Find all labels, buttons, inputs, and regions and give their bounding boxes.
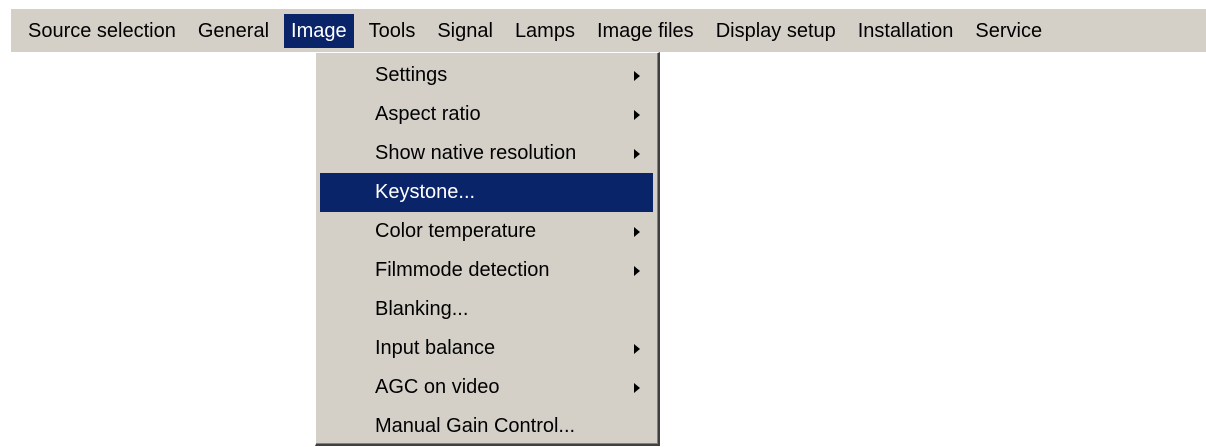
menu-image[interactable]: Image <box>284 13 354 48</box>
menu-item-label: Aspect ratio <box>375 103 481 125</box>
menu-item-input-balance[interactable]: Input balance <box>320 329 653 368</box>
menu-general[interactable]: General <box>187 14 280 48</box>
menu-source-selection[interactable]: Source selection <box>24 14 187 48</box>
submenu-arrow-icon <box>634 110 640 120</box>
submenu-arrow-icon <box>634 383 640 393</box>
menu-image-files[interactable]: Image files <box>586 14 705 48</box>
menu-item-filmmode-detection[interactable]: Filmmode detection <box>320 251 653 290</box>
menu-service[interactable]: Service <box>964 14 1053 48</box>
menu-lamps[interactable]: Lamps <box>504 14 586 48</box>
menu-item-color-temperature[interactable]: Color temperature <box>320 212 653 251</box>
submenu-arrow-icon <box>634 149 640 159</box>
menu-item-label: Keystone... <box>375 181 476 203</box>
menu-item-label: Settings <box>375 64 448 86</box>
menu-item-settings[interactable]: Settings <box>320 56 653 95</box>
application-window: Source selection General Image Tools Sig… <box>0 0 1206 447</box>
menu-item-label: Input balance <box>375 337 496 359</box>
menu-item-aspect-ratio[interactable]: Aspect ratio <box>320 95 653 134</box>
menu-installation[interactable]: Installation <box>847 14 965 48</box>
image-dropdown-menu: Settings Aspect ratio Show native resolu… <box>315 52 660 446</box>
menu-item-label: Show native resolution <box>375 142 577 164</box>
submenu-arrow-icon <box>634 266 640 276</box>
menu-bar: Source selection General Image Tools Sig… <box>11 9 1206 52</box>
menu-item-label: Manual Gain Control... <box>375 415 576 437</box>
submenu-arrow-icon <box>634 344 640 354</box>
menu-item-label: Color temperature <box>375 220 537 242</box>
menu-item-label: AGC on video <box>375 376 500 398</box>
menu-item-label: Filmmode detection <box>375 259 550 281</box>
menu-item-agc-on-video[interactable]: AGC on video <box>320 368 653 407</box>
submenu-arrow-icon <box>634 227 640 237</box>
menu-signal[interactable]: Signal <box>426 14 504 48</box>
menu-item-label: Blanking... <box>375 298 469 320</box>
menu-tools[interactable]: Tools <box>358 14 427 48</box>
menu-display-setup[interactable]: Display setup <box>705 14 847 48</box>
menu-item-keystone[interactable]: Keystone... <box>320 173 653 212</box>
submenu-arrow-icon <box>634 71 640 81</box>
menu-item-blanking[interactable]: Blanking... <box>320 290 653 329</box>
menu-item-manual-gain-control[interactable]: Manual Gain Control... <box>320 407 653 446</box>
menu-item-show-native-resolution[interactable]: Show native resolution <box>320 134 653 173</box>
